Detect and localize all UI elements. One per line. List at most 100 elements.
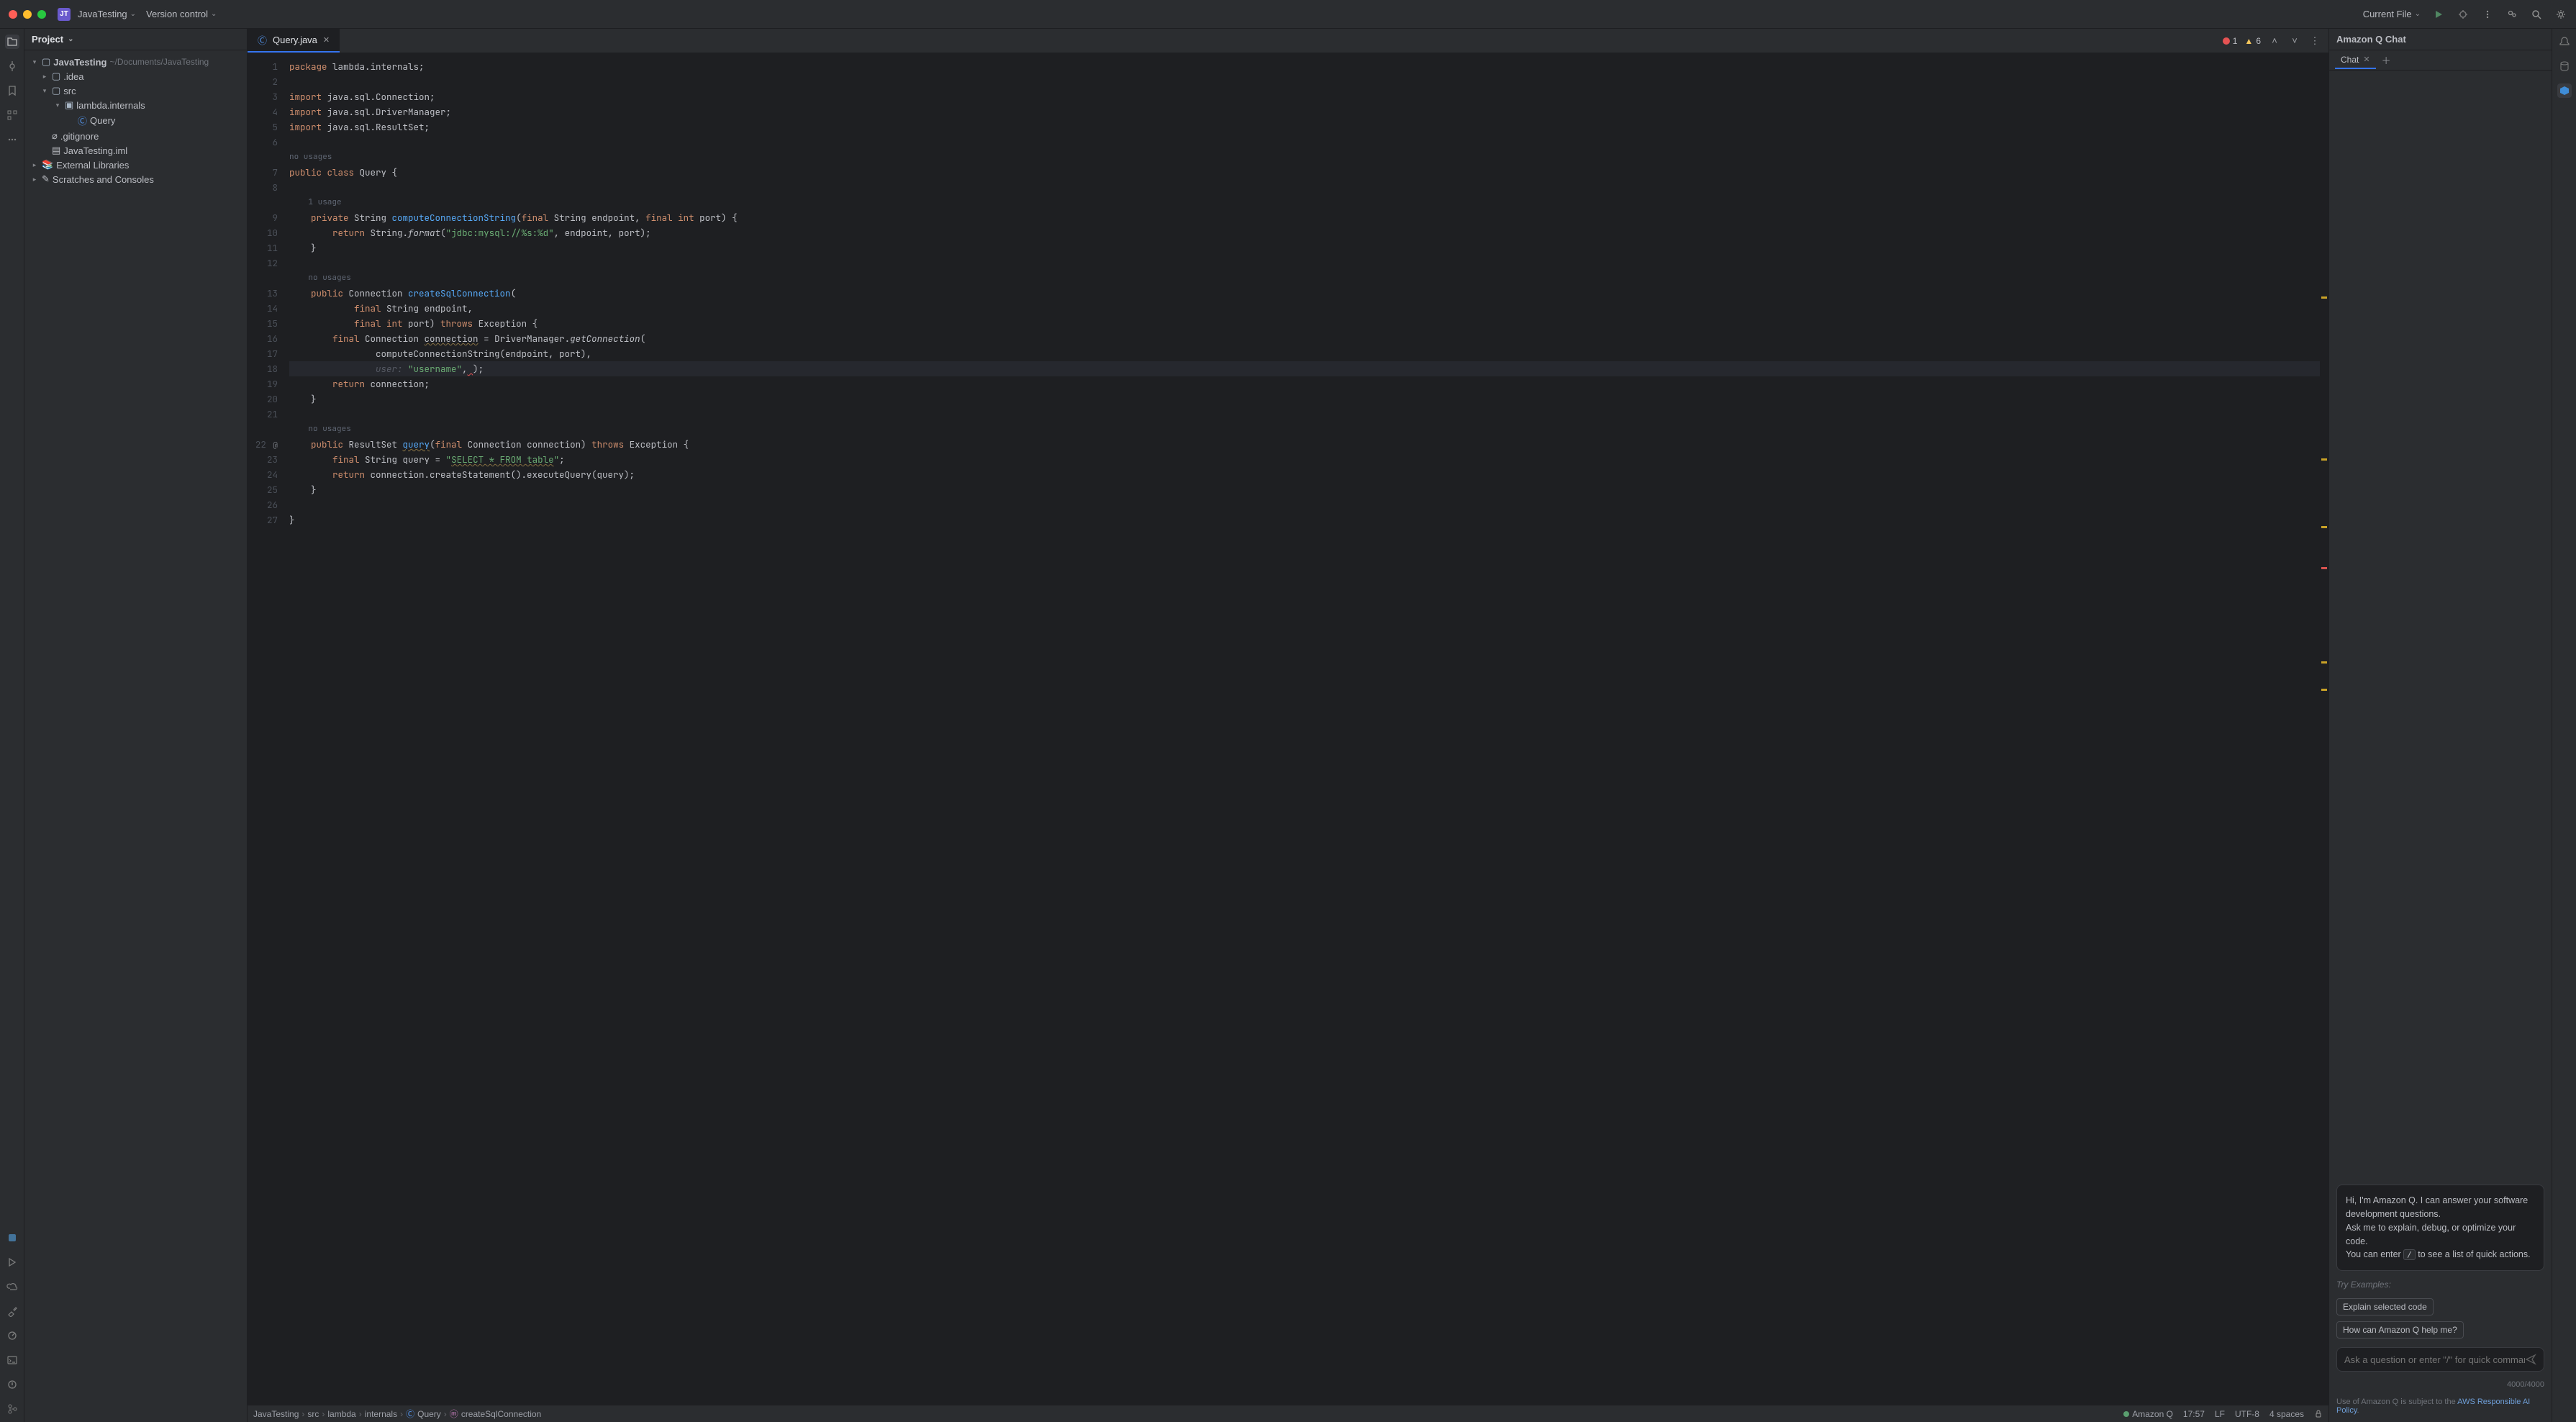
line-number-gutter[interactable]: 12345678910111213141516171819202122 @232…: [248, 53, 285, 1405]
services-tool-icon[interactable]: [5, 1255, 19, 1269]
tree-node-query[interactable]: Ⓒ Query: [27, 112, 244, 129]
more-icon[interactable]: [2481, 8, 2494, 21]
line-ending[interactable]: LF: [2215, 1409, 2225, 1419]
terminal-tool-icon[interactable]: [5, 1353, 19, 1367]
tree-node-scratches[interactable]: ▸✎ Scratches and Consoles: [27, 172, 244, 186]
build-tool-icon[interactable]: [5, 1304, 19, 1318]
database-tool-icon[interactable]: [2557, 59, 2572, 73]
profiler-tool-icon[interactable]: [5, 1328, 19, 1343]
amazon-q-tool-icon[interactable]: [2557, 83, 2572, 98]
run-config-selector[interactable]: Current File ⌄: [2363, 9, 2421, 19]
tree-node-external-libs[interactable]: ▸📚 External Libraries: [27, 158, 244, 172]
chevron-down-icon: ⌄: [211, 10, 217, 18]
char-counter: 4000/4000: [2336, 1380, 2544, 1389]
caret-position[interactable]: 17:57: [2183, 1409, 2205, 1419]
chat-greeting-line1: Hi, I'm Amazon Q. I can answer your soft…: [2346, 1194, 2535, 1221]
error-indicator[interactable]: 1: [2223, 36, 2238, 46]
status-dot-icon: [2123, 1411, 2129, 1417]
vcs-tool-icon[interactable]: [5, 1402, 19, 1416]
cloud-tool-icon[interactable]: [5, 1280, 19, 1294]
project-tool-icon[interactable]: [5, 35, 19, 49]
chat-greeting-line2: Ask me to explain, debug, or optimize yo…: [2346, 1221, 2535, 1249]
chat-tab[interactable]: Chat ✕: [2335, 52, 2376, 69]
breadcrumb-item[interactable]: src: [307, 1409, 319, 1419]
run-config-label: Current File: [2363, 9, 2412, 19]
chevron-right-icon: ›: [444, 1409, 447, 1419]
project-panel-title: Project: [32, 34, 63, 45]
bookmarks-tool-icon[interactable]: [5, 83, 19, 98]
minimize-window-icon[interactable]: [23, 10, 32, 19]
close-window-icon[interactable]: [9, 10, 17, 19]
editor-more-icon[interactable]: ⋮: [2308, 35, 2321, 47]
structure-tool-icon[interactable]: [5, 108, 19, 122]
notifications-icon[interactable]: [2557, 35, 2572, 49]
chat-greeting-line3a: You can enter: [2346, 1249, 2403, 1259]
prev-highlight-icon[interactable]: ˄: [2268, 35, 2281, 47]
chat-input-container[interactable]: [2336, 1347, 2544, 1372]
settings-icon[interactable]: [2554, 8, 2567, 21]
chat-input[interactable]: [2344, 1354, 2525, 1365]
package-icon: ▣: [65, 99, 73, 111]
vcs-label: Version control: [146, 9, 208, 19]
breadcrumb-item[interactable]: internals: [365, 1409, 397, 1419]
breadcrumb-item[interactable]: JavaTesting: [253, 1409, 299, 1419]
tree-root[interactable]: ▾ ▢ JavaTesting ~/Documents/JavaTesting: [27, 55, 244, 69]
close-icon[interactable]: ✕: [323, 35, 330, 45]
editor-tabbar: Ⓒ Query.java ✕ 1 ▲ 6 ˄ ˅ ⋮: [248, 29, 2328, 53]
send-icon[interactable]: [2525, 1354, 2536, 1365]
maximize-window-icon[interactable]: [37, 10, 46, 19]
error-icon: [2223, 37, 2230, 45]
more-tools-icon[interactable]: [5, 132, 19, 147]
tree-label: src: [63, 86, 76, 96]
amazon-q-status[interactable]: Amazon Q: [2123, 1409, 2173, 1419]
tree-node-package[interactable]: ▾▣ lambda.internals: [27, 98, 244, 112]
code-editor[interactable]: package lambda.internals; import java.sq…: [285, 53, 2320, 1405]
slash-key: /: [2403, 1249, 2416, 1260]
next-highlight-icon[interactable]: ˅: [2288, 35, 2301, 47]
amazon-q-label: Amazon Q: [2132, 1409, 2173, 1419]
readonly-lock-icon[interactable]: [2314, 1410, 2323, 1418]
debug-icon[interactable]: [2457, 8, 2470, 21]
breadcrumb-item[interactable]: createSqlConnection: [461, 1409, 541, 1419]
tree-node-gitignore[interactable]: ⌀ .gitignore: [27, 129, 244, 143]
folder-icon: ▢: [52, 85, 60, 96]
breadcrumb-item[interactable]: Query: [417, 1409, 441, 1419]
error-count: 1: [2233, 36, 2238, 46]
amazon-q-chat-panel: Amazon Q Chat Chat ✕ ＋ Hi, I'm Amazon Q.…: [2328, 29, 2552, 1422]
project-badge-icon: JT: [58, 8, 71, 21]
search-icon[interactable]: [2530, 8, 2543, 21]
project-selector[interactable]: JT JavaTesting ⌄: [58, 8, 136, 21]
tree-node-idea[interactable]: ▸▢ .idea: [27, 69, 244, 83]
commit-tool-icon[interactable]: [5, 59, 19, 73]
tree-node-src[interactable]: ▾▢ src: [27, 83, 244, 98]
tree-node-iml[interactable]: ▤ JavaTesting.iml: [27, 143, 244, 158]
try-examples-label: Try Examples:: [2336, 1280, 2544, 1290]
tree-label: lambda.internals: [76, 100, 145, 111]
project-panel-header[interactable]: Project ⌄: [24, 29, 247, 50]
editor-tab-query[interactable]: Ⓒ Query.java ✕: [248, 29, 340, 53]
example-chip-explain[interactable]: Explain selected code: [2336, 1298, 2434, 1315]
version-control-menu[interactable]: Version control ⌄: [146, 9, 217, 19]
inlay-hint: no usages: [289, 422, 2320, 437]
add-chat-tab-icon[interactable]: ＋: [2382, 53, 2391, 67]
file-icon: ▤: [52, 145, 60, 156]
indent-setting[interactable]: 4 spaces: [2269, 1409, 2304, 1419]
policy-notice: Use of Amazon Q is subject to the AWS Re…: [2336, 1398, 2544, 1415]
window-controls: [9, 10, 46, 19]
run-icon[interactable]: [2432, 8, 2445, 21]
left-tool-rail: [0, 29, 24, 1422]
aws-toolkit-icon[interactable]: [5, 1231, 19, 1245]
problems-tool-icon[interactable]: [5, 1377, 19, 1392]
example-chip-help[interactable]: How can Amazon Q help me?: [2336, 1321, 2464, 1339]
error-stripe[interactable]: [2320, 53, 2328, 1405]
breadcrumb-item[interactable]: lambda: [327, 1409, 355, 1419]
file-encoding[interactable]: UTF-8: [2235, 1409, 2259, 1419]
folder-icon: ▢: [42, 56, 50, 68]
folder-icon: ▢: [52, 71, 60, 82]
warning-indicator[interactable]: ▲ 6: [2244, 36, 2261, 46]
code-with-me-icon[interactable]: [2505, 8, 2518, 21]
tree-label: JavaTesting.iml: [63, 145, 127, 156]
library-icon: 📚: [42, 159, 53, 171]
close-icon[interactable]: ✕: [2363, 55, 2369, 64]
titlebar: JT JavaTesting ⌄ Version control ⌄ Curre…: [0, 0, 2576, 29]
